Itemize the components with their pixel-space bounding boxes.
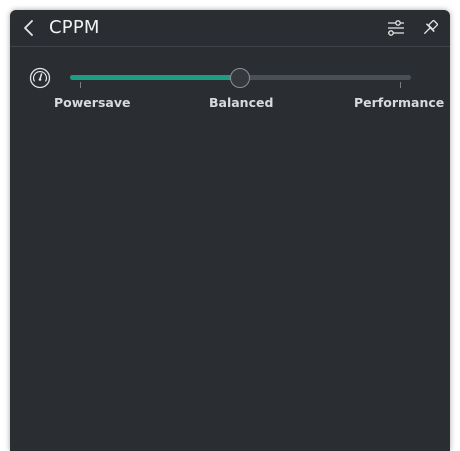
tick-powersave (80, 82, 81, 88)
back-button[interactable] (18, 17, 40, 39)
panel-header: CPPM (10, 10, 450, 47)
slider-label-powersave: Powersave (54, 95, 131, 110)
pin-button[interactable] (420, 18, 440, 38)
chevron-left-icon (24, 20, 33, 36)
gauge-icon (29, 67, 51, 89)
slider-fill (70, 75, 240, 80)
tick-performance (400, 82, 401, 88)
slider-label-performance: Performance (354, 95, 445, 110)
pin-icon (423, 19, 439, 35)
slider-label-balanced: Balanced (209, 95, 274, 110)
cppm-panel: CPPM Powersave Balanced Performance (10, 10, 450, 451)
slider-handle[interactable] (230, 68, 250, 88)
page-title: CPPM (49, 17, 100, 38)
settings-button[interactable] (386, 18, 406, 38)
sliders-icon (388, 20, 404, 36)
power-profile-slider[interactable] (70, 68, 411, 88)
